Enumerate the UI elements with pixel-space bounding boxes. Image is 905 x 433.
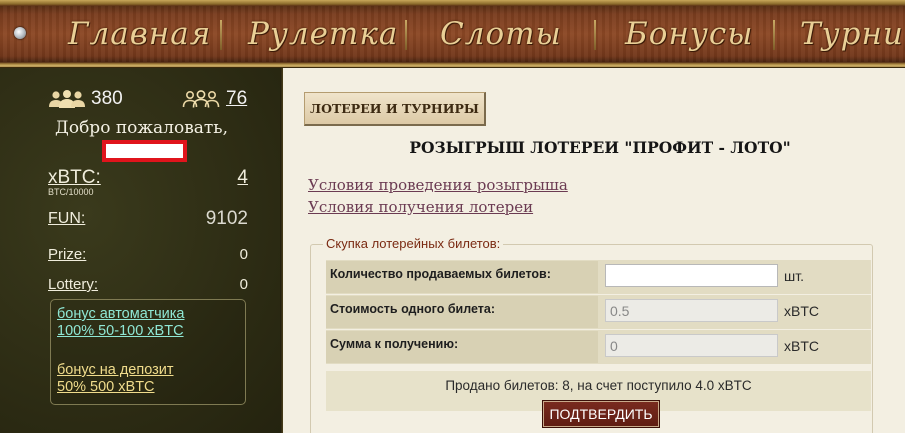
nav-item-bonuses[interactable]: Бонусы	[625, 12, 753, 56]
nav-separator	[220, 20, 222, 50]
sidebar: 380 76 Добро пожаловать, xBTC: BTC/10000…	[0, 68, 283, 433]
total-input	[605, 334, 778, 357]
ticket-price-label: Стоимость одного билета:	[326, 296, 598, 328]
bonus-deposit-link-line1[interactable]: бонус на депозит	[57, 362, 245, 379]
page-title: РОЗЫГРЫШ ЛОТЕРЕИ "ПРОФИТ - ЛОТО"	[409, 138, 791, 157]
total-label: Сумма к получению:	[326, 331, 598, 363]
balance-xbtc-sub: BTC/10000	[48, 187, 94, 197]
nav-item-tournaments[interactable]: Турниры	[800, 12, 905, 56]
users-icon	[49, 90, 85, 108]
main-content: ЛОТЕРЕИ И ТУРНИРЫ РОЗЫГРЫШ ЛОТЕРЕИ "ПРОФ…	[283, 68, 905, 433]
balance-lottery: Lottery: 0	[48, 276, 248, 300]
nav-item-home[interactable]: Главная	[68, 12, 211, 56]
confirm-button[interactable]: ПОДТВЕРДИТЬ	[542, 400, 660, 428]
balance-fun-label[interactable]: FUN:	[48, 210, 85, 228]
tab-lotteries-tournaments[interactable]: ЛОТЕРЕИ И ТУРНИРЫ	[304, 92, 486, 126]
top-navigation: Главная Рулетка Слоты Бонусы Турниры	[0, 0, 905, 68]
welcome-text: Добро пожаловать,	[55, 118, 228, 138]
ticket-count-unit: шт.	[784, 268, 804, 284]
friends-count-link[interactable]: 76	[226, 88, 247, 110]
online-count: 380	[91, 88, 123, 109]
users-outline-icon	[182, 90, 220, 108]
balance-prize: Prize: 0	[48, 246, 248, 270]
lottery-conditions-link[interactable]: Условия получения лотереи	[308, 198, 533, 216]
balance-xbtc: xBTC: BTC/10000 4	[48, 167, 248, 197]
bonus-auto-link-line1[interactable]: бонус автоматчика	[57, 306, 245, 323]
draw-conditions-link[interactable]: Условия проведения розыгрыша	[308, 176, 568, 194]
diamond-icon	[14, 27, 26, 39]
balance-lottery-value: 0	[239, 276, 248, 293]
balance-xbtc-label[interactable]: xBTC:	[48, 167, 101, 189]
form-row-total: Сумма к получению: xBTC	[326, 330, 871, 364]
bonus-auto-link-line2[interactable]: 100% 50-100 xBTC	[57, 323, 245, 340]
nav-item-roulette[interactable]: Рулетка	[248, 12, 398, 56]
ticket-count-label: Количество продаваемых билетов:	[326, 261, 598, 293]
ticket-price-unit: xBTC	[784, 303, 819, 319]
balance-prize-value: 0	[239, 246, 248, 263]
bonus-box: бонус автоматчика 100% 50-100 xBTC бонус…	[50, 299, 246, 405]
balance-prize-label[interactable]: Prize:	[48, 246, 86, 263]
form-row-ticket-count: Количество продаваемых билетов: шт.	[326, 260, 871, 294]
nav-separator	[773, 20, 775, 50]
nav-separator	[594, 20, 596, 50]
username-redacted	[102, 140, 187, 162]
nav-separator	[405, 20, 407, 50]
balance-fun-value: 9102	[205, 208, 248, 229]
total-unit: xBTC	[784, 338, 819, 354]
form-row-ticket-price: Стоимость одного билета: xBTC	[326, 295, 871, 329]
nav-item-slots[interactable]: Слоты	[440, 12, 562, 56]
online-stats: 380 76	[48, 88, 248, 112]
ticket-price-input	[605, 299, 778, 322]
balance-fun: FUN: 9102	[48, 208, 248, 232]
balance-lottery-label[interactable]: Lottery:	[48, 276, 98, 293]
form-legend: Скупка лотерейных билетов:	[323, 236, 504, 251]
balance-xbtc-value[interactable]: 4	[237, 167, 248, 189]
ticket-count-input[interactable]	[605, 264, 778, 287]
bonus-deposit-link-line2[interactable]: 50% 500 xBTC	[57, 379, 245, 396]
